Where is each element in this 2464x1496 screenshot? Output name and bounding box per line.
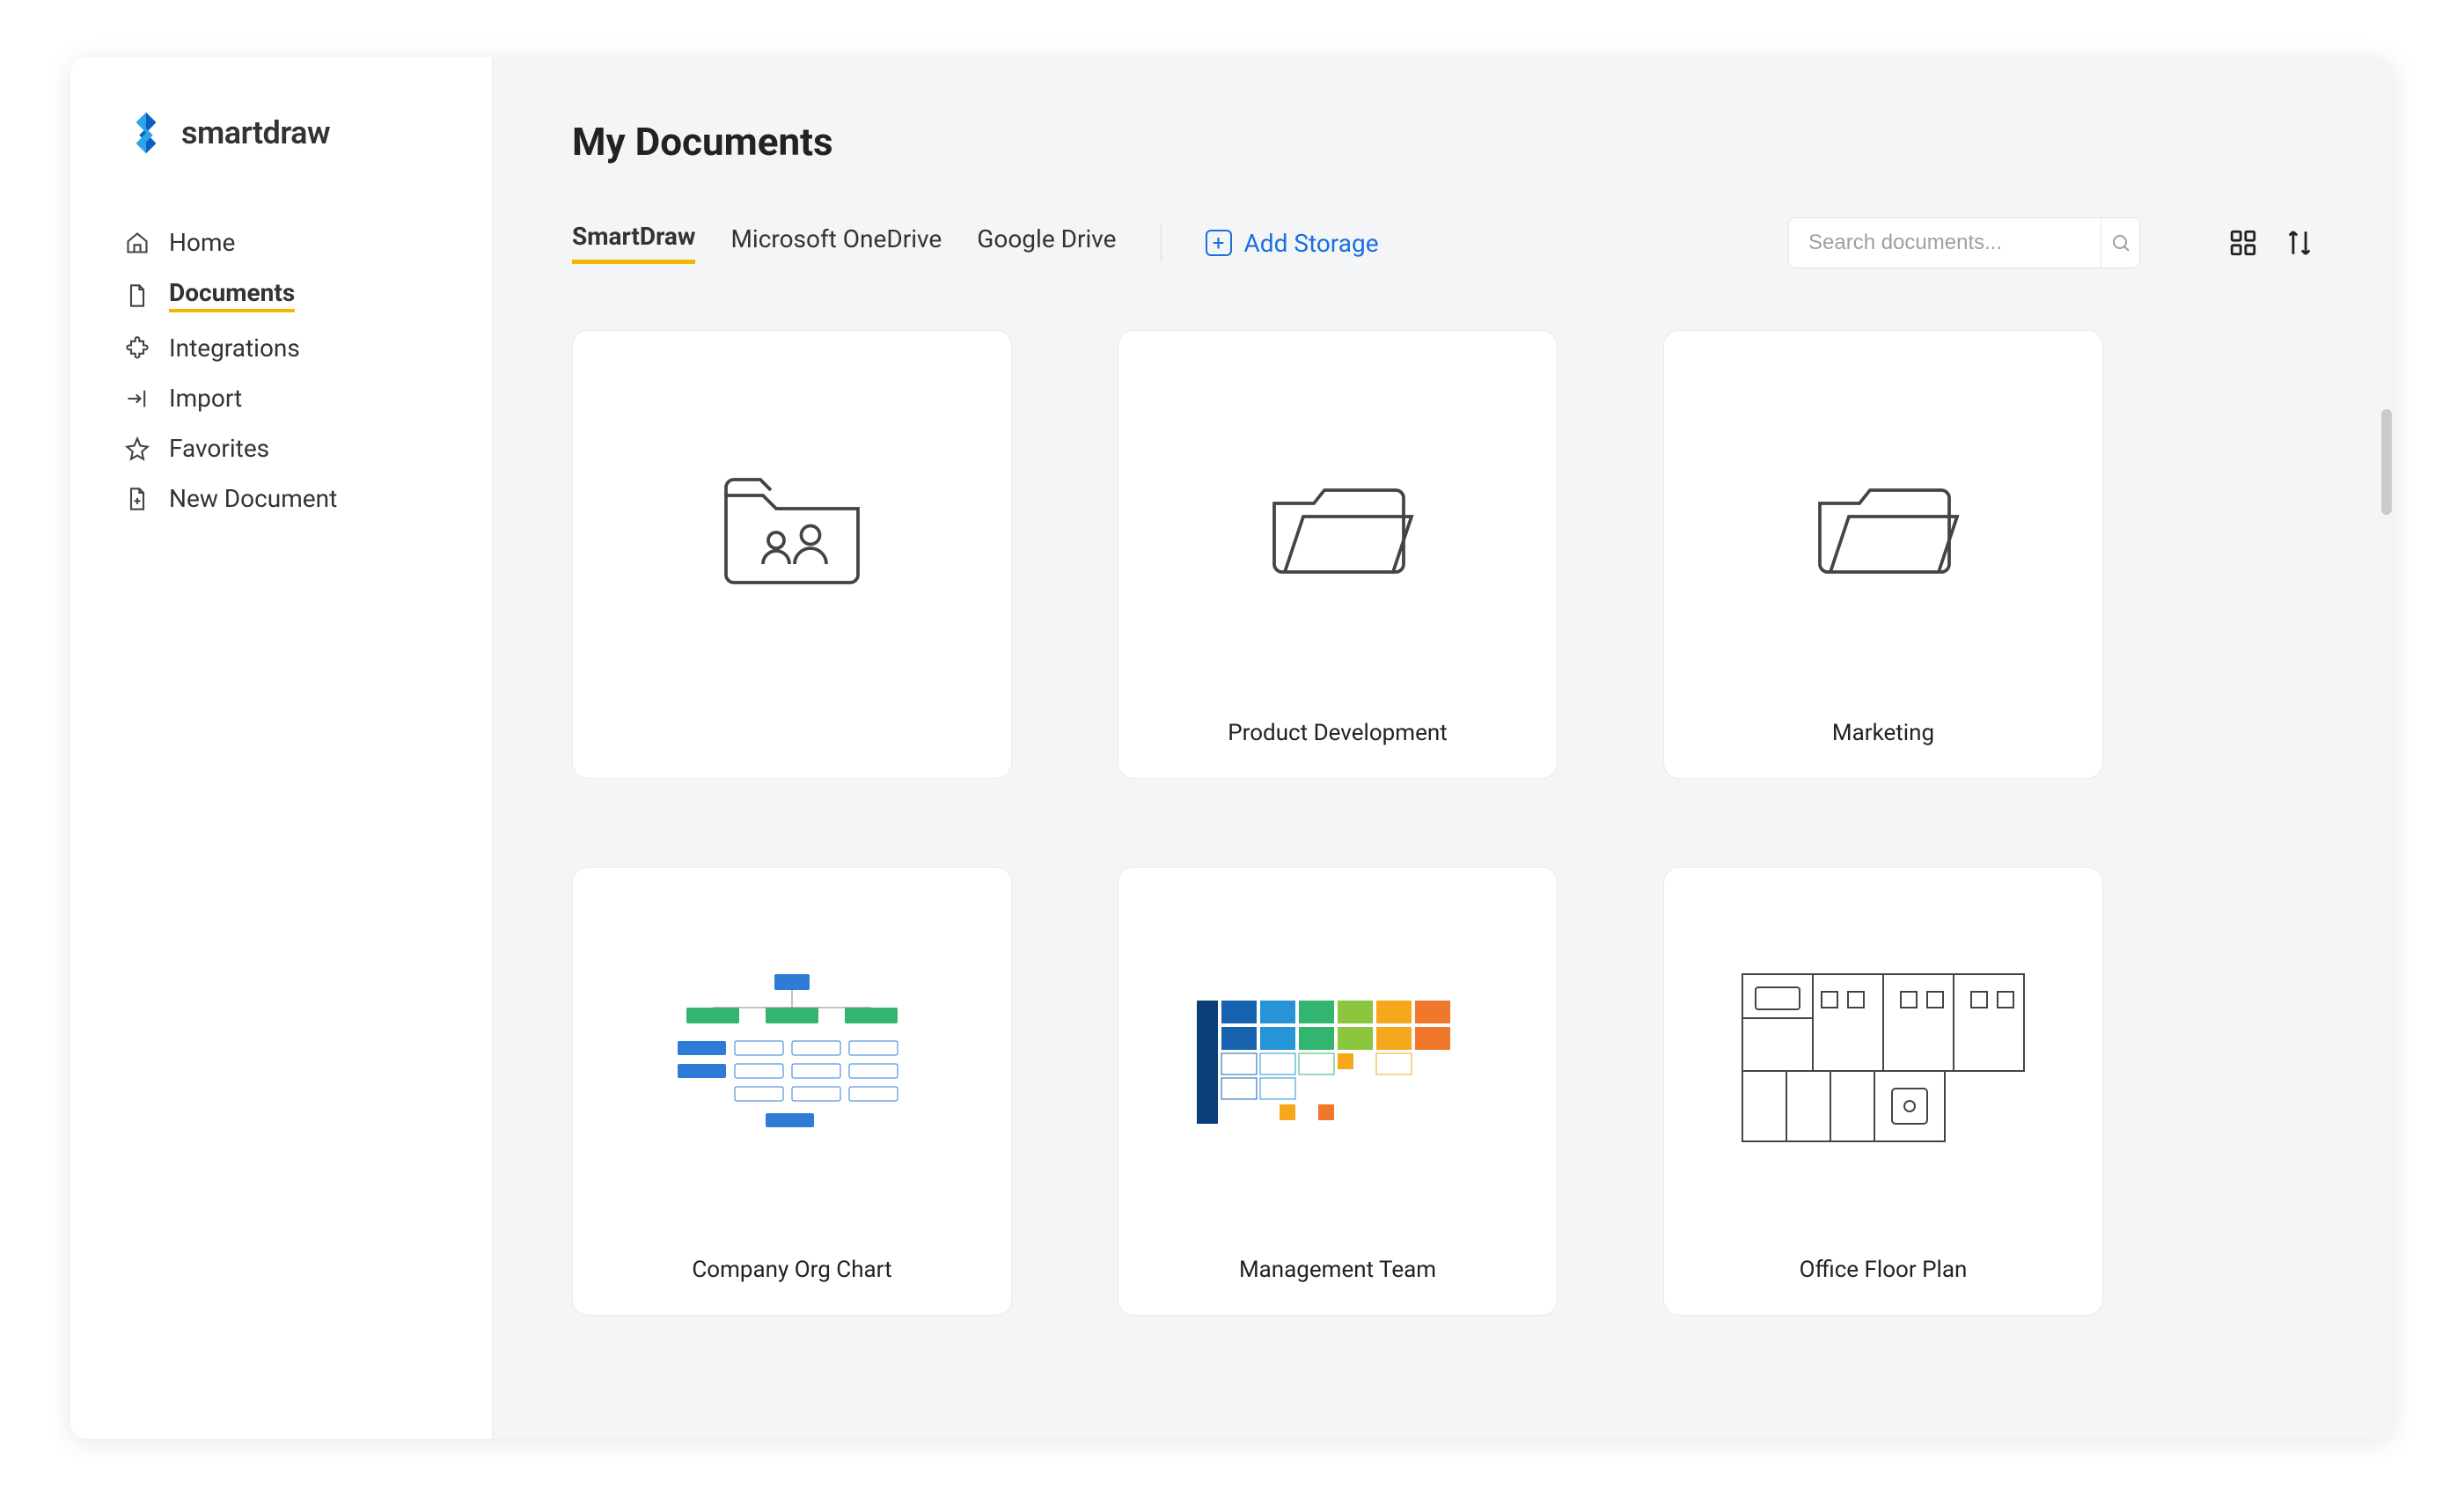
documents-toolbar: SmartDraw Microsoft OneDrive Google Driv… xyxy=(572,217,2314,268)
sidebar-item-import[interactable]: Import xyxy=(123,373,466,423)
star-icon xyxy=(123,435,151,463)
sort-icon[interactable] xyxy=(2284,228,2314,258)
document-icon xyxy=(123,282,151,310)
card-caption: Marketing xyxy=(1664,720,2102,778)
add-storage-label: Add Storage xyxy=(1244,229,1379,258)
search-button[interactable] xyxy=(2101,217,2139,268)
card-caption: Company Org Chart xyxy=(573,1257,1011,1315)
sidebar-item-label: Integrations xyxy=(169,334,300,363)
sidebar-item-label: Import xyxy=(169,384,242,413)
card-thumb xyxy=(1118,868,1557,1257)
card-caption: Management Team xyxy=(1118,1257,1557,1315)
divider xyxy=(1161,224,1162,262)
sidebar-item-documents[interactable]: Documents xyxy=(123,268,466,323)
view-controls xyxy=(2228,228,2314,258)
folder-card-product-development[interactable]: Product Development xyxy=(1118,330,1558,779)
document-card-company-org-chart[interactable]: Company Org Chart xyxy=(572,867,1012,1316)
documents-grid: Product Development Marketing xyxy=(572,330,2314,1316)
folder-card-marketing[interactable]: Marketing xyxy=(1663,330,2103,779)
tab-googledrive[interactable]: Google Drive xyxy=(977,224,1116,262)
main-content: My Documents SmartDraw Microsoft OneDriv… xyxy=(493,57,2394,1439)
card-caption: Office Floor Plan xyxy=(1664,1257,2102,1315)
tab-smartdraw[interactable]: SmartDraw xyxy=(572,222,695,264)
search-icon xyxy=(2110,232,2131,253)
plus-square-icon: + xyxy=(1206,230,1232,256)
sidebar-nav: Home Documents Integrations Import xyxy=(123,217,466,524)
sidebar-item-label: Home xyxy=(169,228,235,257)
card-thumb xyxy=(1118,331,1557,720)
folder-open-icon xyxy=(1804,466,1962,585)
tab-onedrive[interactable]: Microsoft OneDrive xyxy=(730,224,942,262)
brand-name: smartdraw xyxy=(181,114,330,151)
search-box xyxy=(1788,217,2140,268)
app-window: smartdraw Home Documents Integrations xyxy=(70,57,2394,1439)
shared-folder-icon xyxy=(713,469,871,588)
new-document-icon xyxy=(123,485,151,513)
sidebar-item-label: Favorites xyxy=(169,434,269,463)
card-thumb xyxy=(573,331,1011,725)
folder-card-shared[interactable] xyxy=(572,330,1012,779)
sidebar-item-integrations[interactable]: Integrations xyxy=(123,323,466,373)
sidebar-item-home[interactable]: Home xyxy=(123,217,466,268)
scrollbar-thumb[interactable] xyxy=(2381,409,2392,515)
document-card-office-floor-plan[interactable]: Office Floor Plan xyxy=(1663,867,2103,1316)
add-storage-button[interactable]: + Add Storage xyxy=(1206,229,1379,258)
floor-plan-thumbnail-icon xyxy=(1734,965,2033,1159)
grid-view-icon[interactable] xyxy=(2228,228,2258,258)
card-thumb xyxy=(1664,868,2102,1257)
folder-open-icon xyxy=(1258,466,1417,585)
card-caption: Product Development xyxy=(1118,720,1557,778)
document-card-management-team[interactable]: Management Team xyxy=(1118,867,1558,1316)
puzzle-icon xyxy=(123,334,151,363)
card-thumb xyxy=(573,868,1011,1257)
card-thumb xyxy=(1664,331,2102,720)
brand-logo[interactable]: smartdraw xyxy=(123,110,466,156)
search-input[interactable] xyxy=(1789,231,2101,255)
sidebar-item-new-document[interactable]: New Document xyxy=(123,473,466,524)
sidebar: smartdraw Home Documents Integrations xyxy=(70,57,493,1439)
sidebar-item-label: New Document xyxy=(169,484,337,513)
storage-tabs: SmartDraw Microsoft OneDrive Google Driv… xyxy=(572,222,1117,264)
page-title: My Documents xyxy=(572,119,2314,165)
brand-mark-icon xyxy=(123,110,169,156)
org-chart-thumbnail-icon xyxy=(634,965,950,1159)
sidebar-item-favorites[interactable]: Favorites xyxy=(123,423,466,473)
management-team-thumbnail-icon xyxy=(1188,983,1487,1141)
card-caption xyxy=(573,725,1011,778)
sidebar-item-label: Documents xyxy=(169,278,295,312)
home-icon xyxy=(123,229,151,257)
import-icon xyxy=(123,385,151,413)
